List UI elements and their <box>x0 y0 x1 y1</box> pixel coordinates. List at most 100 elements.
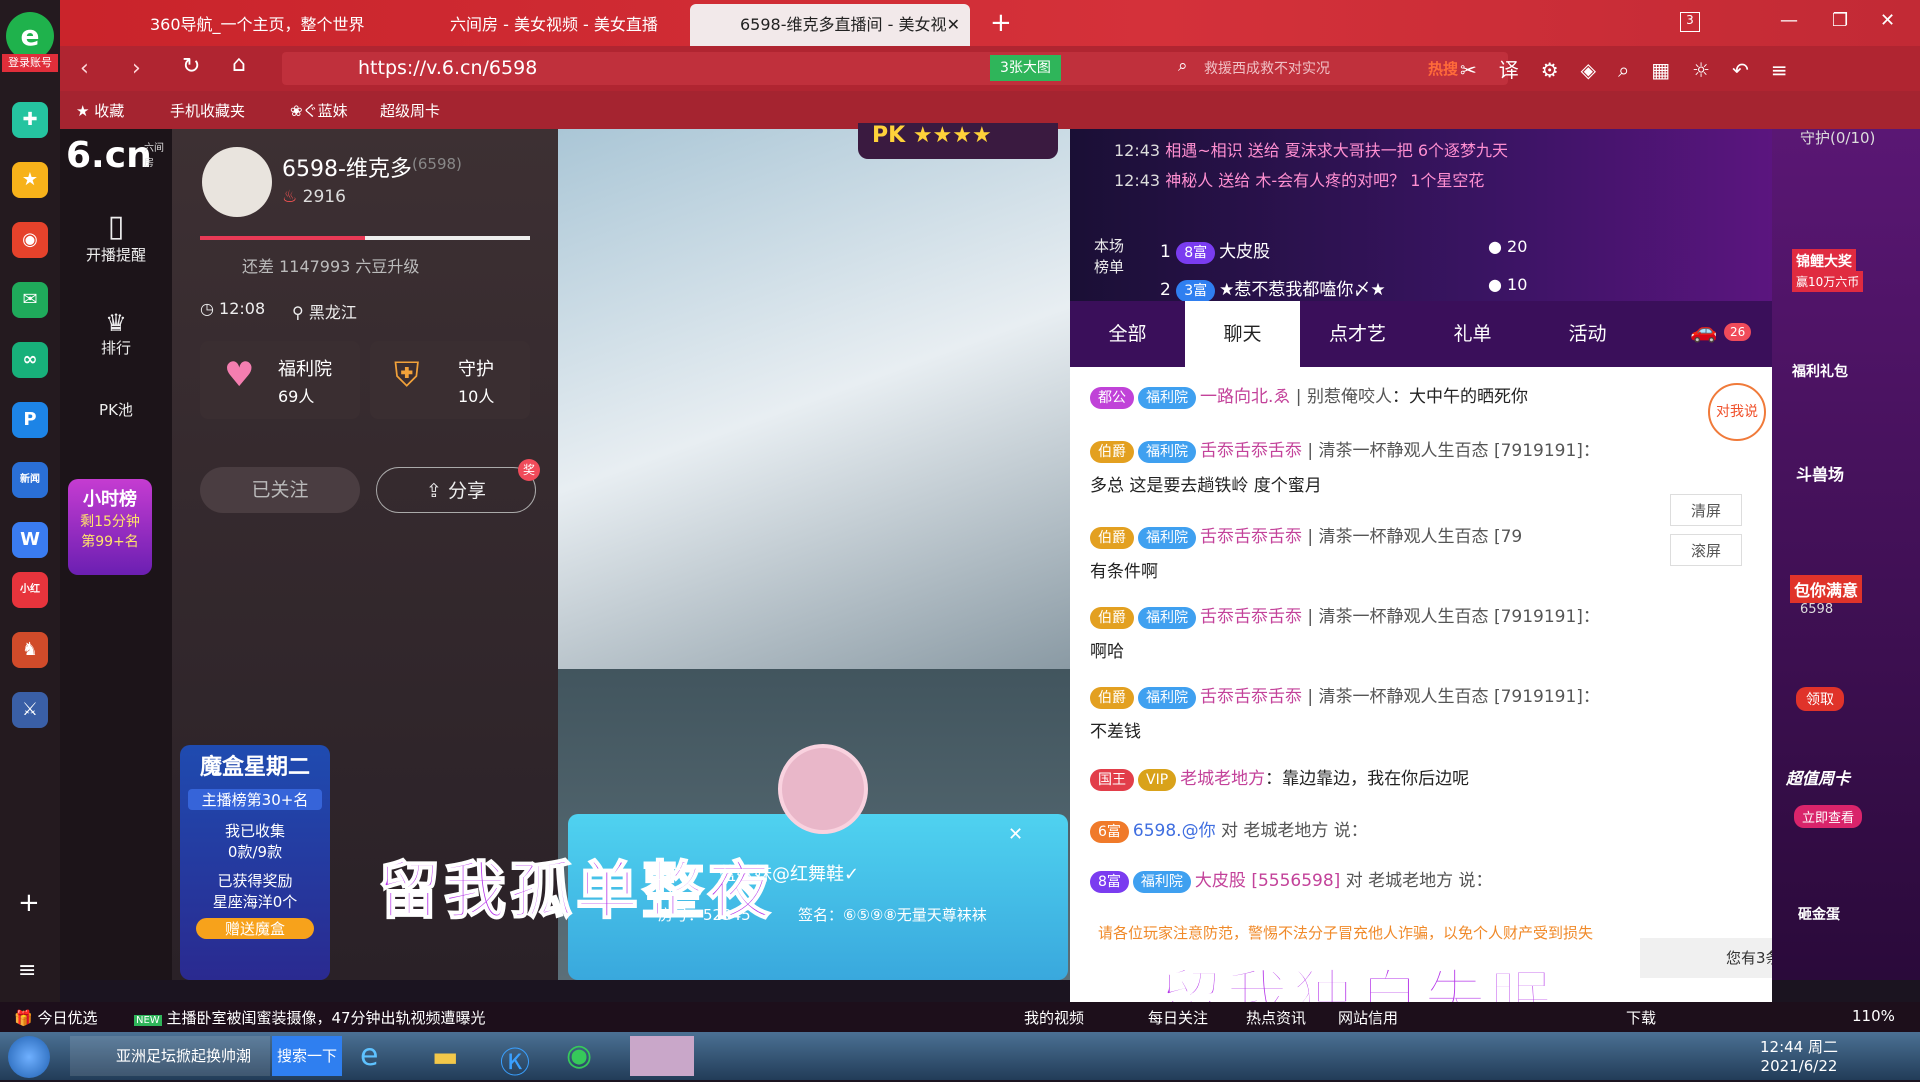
bookmark-item[interactable]: 超级周卡 <box>380 100 440 121</box>
share-button[interactable]: ⇪ 分享 <box>376 467 536 513</box>
tab-chat[interactable]: 聊天 <box>1185 301 1300 367</box>
promo-koi-sub[interactable]: 赢10万六币 <box>1792 271 1864 292</box>
status-item[interactable]: 每日关注 <box>1148 1007 1208 1028</box>
promo-weekly[interactable]: 超值周卡 <box>1786 765 1850 789</box>
tab-count[interactable]: 3 <box>1680 12 1700 32</box>
chat-user[interactable]: 老城老地方 <box>1180 769 1265 789</box>
folder-icon[interactable]: ▬ <box>432 1040 458 1073</box>
bookmark-item[interactable]: ❀ぐ蓝妹 <box>290 100 348 121</box>
follow-button[interactable]: 已关注 <box>200 467 360 513</box>
clock[interactable]: 12:44 周二 2021/6/22 <box>1760 1036 1838 1075</box>
tab-6598[interactable]: 6598-维克多直播间 - 美女视 ✕ <box>690 4 970 46</box>
minimize-icon[interactable]: — <box>1780 10 1798 31</box>
chat-user[interactable]: 舌忝舌忝舌忝 <box>1200 687 1302 707</box>
today-picks[interactable]: 🎁 今日优选 <box>14 1007 97 1028</box>
chat-message[interactable]: 伯爵 福利院 舌忝舌忝舌忝 | 清茶一杯静观人生百态 [79 有条件啊 <box>1090 522 1750 582</box>
promo-koi[interactable]: 锦鲤大奖 <box>1792 249 1856 273</box>
promo-egg[interactable]: 砸金蛋 <box>1798 904 1840 924</box>
chat-user[interactable]: 舌忝舌忝舌忝 <box>1200 441 1302 461</box>
p-app-icon[interactable]: P <box>12 402 48 438</box>
taskbar-search[interactable]: 搜索一下 <box>272 1036 342 1076</box>
close-window-icon[interactable]: ✕ <box>1880 10 1895 31</box>
weibo-icon[interactable]: ◉ <box>12 222 48 258</box>
refresh-icon[interactable]: ↻ <box>182 54 200 79</box>
start-button[interactable] <box>8 1036 50 1078</box>
car-icon[interactable]: 🚗 <box>1690 319 1717 344</box>
news-icon[interactable]: 新闻 <box>12 462 48 498</box>
ad-badge[interactable]: 3张大图 <box>990 55 1061 81</box>
welfare-card[interactable]: ♥ 福利院 69人 <box>200 341 360 419</box>
to-me-button[interactable]: 对我说 <box>1708 383 1766 441</box>
magicbox-card[interactable]: 魔盒星期二 主播榜第30+名 我已收集 0款/9款 已获得奖励 星座海洋0个 赠… <box>180 745 330 980</box>
back-icon[interactable]: ‹ <box>80 56 89 81</box>
promo-view[interactable]: 立即查看 <box>1794 805 1863 828</box>
pk-badge[interactable]: PK ★★★★ <box>858 123 1058 159</box>
chat-user[interactable]: 一路向北.ゑ <box>1200 387 1290 407</box>
tab-360[interactable]: 360导航_一个主页，整个世界 <box>100 4 400 46</box>
close-icon[interactable]: ✕ <box>1008 824 1023 845</box>
chat-message[interactable]: 8富 福利院 大皮股 [5556598] 对 老城老地方 说： <box>1090 866 1750 893</box>
chat-user[interactable]: 大皮股 [5556598] <box>1195 871 1340 891</box>
toolbar-icons[interactable]: ✂译⚙◈⌕▦☼↶≡ <box>1460 54 1810 83</box>
status-item[interactable]: 我的视频 <box>1024 1007 1084 1028</box>
shop-icon[interactable]: 小红 <box>12 572 48 608</box>
status-news[interactable]: NEW 主播卧室被闺蜜装摄像，47分钟出轨视频遭曝光 <box>134 1007 486 1028</box>
rank-row[interactable]: 2 3富 ★惹不惹我都嗑你〆★ <box>1160 275 1386 302</box>
forward-icon[interactable]: › <box>132 56 141 81</box>
mail-icon[interactable]: ✉ <box>12 282 48 318</box>
status-item[interactable]: 网站信用 <box>1338 1007 1398 1028</box>
zoom-level[interactable]: 110% <box>1852 1007 1895 1025</box>
promo-gift-pack[interactable]: 福利礼包 <box>1792 361 1848 381</box>
k-app-icon[interactable]: Ⓚ <box>500 1038 530 1082</box>
nav-ranking[interactable]: ♛ 排行 <box>60 309 172 358</box>
promo-arena[interactable]: 斗兽场 <box>1796 461 1844 485</box>
chat-message[interactable]: 6富 6598.@你 对 老城老地方 说： <box>1090 816 1750 843</box>
menu-icon[interactable]: ≡ <box>18 958 36 983</box>
promo-satisfy[interactable]: 包你满意 <box>1790 575 1863 603</box>
taskbar-news[interactable]: 亚洲足坛掀起换帅潮 <box>70 1036 270 1076</box>
close-tab-icon[interactable]: ✕ <box>947 4 960 46</box>
chat-message[interactable]: 国王 VIP 老城老地方：靠边靠边，我在你后边呢 <box>1090 764 1750 791</box>
magicbox-send-button[interactable]: 赠送魔盒 <box>196 918 314 939</box>
url-field[interactable]: https://v.6.cn/6598 3张大图 <box>282 52 1202 85</box>
search-field[interactable]: ⌕ 救援西成救不对实况 热搜 <box>1168 52 1508 85</box>
nav-start-remind[interactable]: ▯ 开播提醒 <box>60 209 172 265</box>
login-button[interactable]: 登录账号 <box>2 54 58 72</box>
maximize-icon[interactable]: ❐ <box>1832 10 1848 31</box>
game2-icon[interactable]: ⚔ <box>12 692 48 728</box>
tab-talent[interactable]: 点才艺 <box>1300 301 1415 367</box>
doc-icon[interactable]: W <box>12 522 48 558</box>
ie-icon[interactable]: e <box>360 1038 378 1073</box>
mini-avatar[interactable] <box>778 744 868 834</box>
status-item[interactable]: 下载 <box>1626 1007 1656 1028</box>
new-tab-button[interactable]: + <box>990 8 1012 38</box>
site-logo[interactable]: 6.cn <box>66 135 152 176</box>
rank-row[interactable]: 1 8富 大皮股 <box>1160 237 1270 264</box>
hot-search-label[interactable]: 热搜 <box>1428 58 1458 79</box>
clear-screen-button[interactable]: 清屏 <box>1670 494 1742 526</box>
tab-activity[interactable]: 活动 <box>1530 301 1645 367</box>
chat-message[interactable]: 都公 福利院 一路向北.ゑ | 别惹俺咬人：大中午的晒死你 <box>1090 382 1750 409</box>
guard-card[interactable]: ⛨ 守护 10人 <box>370 341 530 419</box>
add-icon[interactable]: + <box>18 888 40 918</box>
hour-rank-card[interactable]: 小时榜 剩15分钟 第99+名 <box>68 479 152 575</box>
scroll-lock-button[interactable]: 滚屏 <box>1670 534 1742 566</box>
game-icon[interactable]: ♞ <box>12 632 48 668</box>
chat-user[interactable]: 舌忝舌忝舌忝 <box>1200 607 1302 627</box>
bookmark-item[interactable]: ★ 收藏 <box>76 100 124 121</box>
tab-giftlist[interactable]: 礼单 <box>1415 301 1530 367</box>
status-item[interactable]: 热点资讯 <box>1246 1007 1306 1028</box>
star-icon[interactable]: ★ <box>12 162 48 198</box>
chat-user[interactable]: 6598.@你 <box>1133 821 1216 841</box>
tab-all[interactable]: 全部 <box>1070 301 1185 367</box>
nav-pk[interactable]: PK池 <box>60 399 172 420</box>
promo-claim[interactable]: 领取 <box>1796 687 1844 711</box>
bookmark-item[interactable]: 手机收藏夹 <box>170 100 245 121</box>
tab-6cn[interactable]: 六间房 - 美女视频 - 美女直播 <box>400 4 690 46</box>
chat-user[interactable]: 舌忝舌忝舌忝 <box>1200 527 1302 547</box>
chat-message[interactable]: 伯爵 福利院 舌忝舌忝舌忝 | 清茶一杯静观人生百态 [7919191]： 不差钱 <box>1090 682 1750 742</box>
video-taskbar-icon[interactable] <box>630 1036 694 1076</box>
chat-message[interactable]: 伯爵 福利院 舌忝舌忝舌忝 | 清茶一杯静观人生百态 [7919191]： 啊哈 <box>1090 602 1750 662</box>
home-icon[interactable]: ⌂ <box>232 52 246 77</box>
sidebar-app-icon[interactable]: ✚ <box>12 102 48 138</box>
